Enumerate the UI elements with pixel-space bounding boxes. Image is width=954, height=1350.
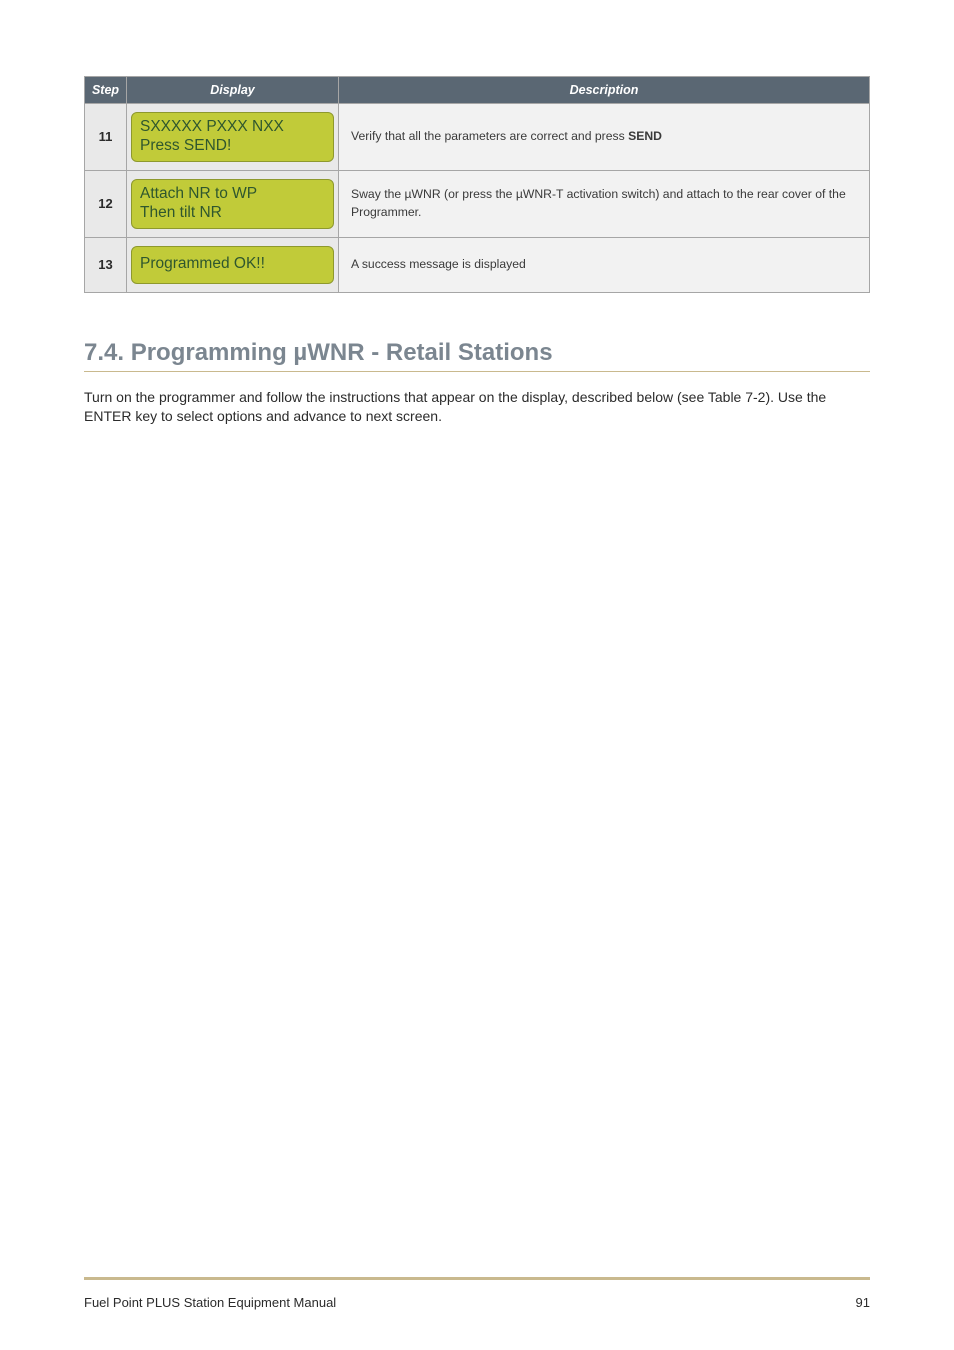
col-header-display: Display [127, 77, 339, 104]
lcd-line: Then tilt NR [140, 203, 325, 222]
lcd-line: Attach NR to WP [140, 184, 325, 203]
table-header-row: Step Display Description [85, 77, 870, 104]
step-number: 11 [85, 104, 127, 171]
section-number: 7.4. [84, 339, 124, 366]
page-footer: Fuel Point PLUS Station Equipment Manual… [84, 1295, 870, 1310]
footer-left: Fuel Point PLUS Station Equipment Manual [84, 1295, 336, 1310]
footer-page-number: 91 [856, 1295, 870, 1310]
description-text: A success message is displayed [351, 257, 526, 271]
section-body-text: Turn on the programmer and follow the in… [84, 388, 870, 427]
lcd-line: SXXXXX PXXX NXX [140, 117, 325, 136]
table-row: 12 Attach NR to WP Then tilt NR Sway the… [85, 170, 870, 237]
display-cell: Attach NR to WP Then tilt NR [127, 170, 339, 237]
description-cell: A success message is displayed [339, 237, 870, 292]
table-row: 11 SXXXXX PXXX NXX Press SEND! Verify th… [85, 104, 870, 171]
lcd-display: Programmed OK!! [131, 246, 334, 284]
step-number: 13 [85, 237, 127, 292]
table-row: 13 Programmed OK!! A success message is … [85, 237, 870, 292]
lcd-display: SXXXXX PXXX NXX Press SEND! [131, 112, 334, 162]
display-cell: Programmed OK!! [127, 237, 339, 292]
lcd-line: Press SEND! [140, 136, 325, 155]
lcd-display: Attach NR to WP Then tilt NR [131, 179, 334, 229]
section-heading: 7.4. Programming µWNR - Retail Stations [84, 339, 870, 367]
description-bold: SEND [628, 129, 662, 143]
step-number: 12 [85, 170, 127, 237]
lcd-line: Programmed OK!! [140, 254, 325, 273]
section-title: Programming µWNR - Retail Stations [131, 339, 553, 366]
heading-underline [84, 371, 870, 372]
display-cell: SXXXXX PXXX NXX Press SEND! [127, 104, 339, 171]
description-text: Verify that all the parameters are corre… [351, 129, 628, 143]
description-cell: Sway the µWNR (or press the µWNR-T activ… [339, 170, 870, 237]
page-root: Step Display Description 11 SXXXXX PXXX … [0, 0, 954, 1350]
description-text: Sway the µWNR (or press the µWNR-T activ… [351, 187, 846, 219]
description-cell: Verify that all the parameters are corre… [339, 104, 870, 171]
col-header-description: Description [339, 77, 870, 104]
footer-rule [84, 1277, 870, 1280]
steps-table: Step Display Description 11 SXXXXX PXXX … [84, 76, 870, 293]
col-header-step: Step [85, 77, 127, 104]
